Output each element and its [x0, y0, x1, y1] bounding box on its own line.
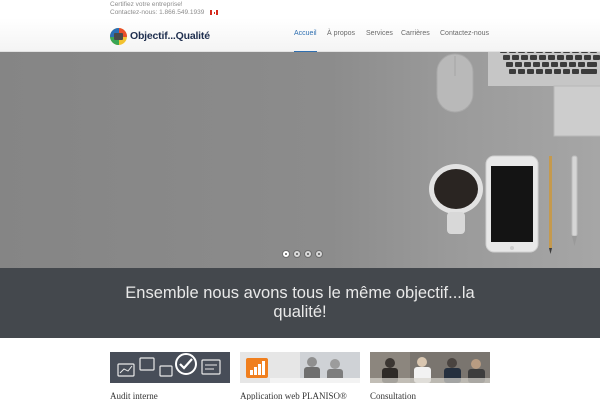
nav-item-services[interactable]: Services — [366, 18, 393, 52]
card-title[interactable]: Consultation — [370, 391, 416, 400]
slider-dot-4[interactable] — [315, 250, 323, 258]
logo-text: Objectif...Qualité — [130, 30, 210, 42]
contact-phone[interactable]: Contactez-nous: 1.866.549.1939 — [110, 9, 204, 16]
top-bar: Certifiez votre entreprise! Contactez-no… — [0, 0, 600, 18]
tagline: Certifiez votre entreprise! — [110, 1, 183, 8]
nav-item-a-propos[interactable]: À propos — [327, 18, 355, 52]
pencil-icon — [549, 156, 552, 248]
planiso-image[interactable] — [240, 352, 360, 383]
logo-mark-icon — [110, 27, 127, 45]
slider-dot-2[interactable] — [293, 250, 301, 258]
hero-slider[interactable] — [0, 52, 600, 268]
tagline-banner: Ensemble nous avons tous le même objecti… — [0, 268, 600, 338]
card-title[interactable]: Application web PLANISO® — [240, 391, 347, 400]
slider-dot-1[interactable] — [282, 250, 290, 258]
services-cards: Audit interne Application web PLANISO® C… — [0, 338, 600, 400]
audit-image[interactable] — [110, 352, 230, 383]
card-title[interactable]: Audit interne — [110, 391, 158, 400]
nav-item-carrieres[interactable]: Carrières — [401, 18, 430, 52]
card-consultation[interactable]: Consultation — [370, 352, 490, 400]
consultation-image[interactable] — [370, 352, 490, 383]
page: Certifiez votre entreprise! Contactez-no… — [0, 0, 600, 400]
slider-pagination — [282, 250, 323, 258]
card-audit-interne[interactable]: Audit interne — [110, 352, 230, 400]
nav-item-accueil[interactable]: Accueil — [294, 18, 317, 52]
card-planiso[interactable]: Application web PLANISO® — [240, 352, 360, 400]
nav-item-contactez-nous[interactable]: Contactez-nous — [440, 18, 489, 52]
banner-text: Ensemble nous avons tous le même objecti… — [125, 284, 475, 321]
site-header: Objectif...Qualité Accueil À propos Serv… — [0, 18, 600, 52]
pen-icon — [571, 155, 578, 237]
contact-line: Contactez-nous: 1.866.549.1939 — [110, 9, 219, 16]
hero-image — [429, 52, 600, 254]
canada-flag-icon[interactable] — [210, 10, 219, 15]
slider-dot-3[interactable] — [304, 250, 312, 258]
site-logo[interactable]: Objectif...Qualité — [110, 27, 210, 45]
